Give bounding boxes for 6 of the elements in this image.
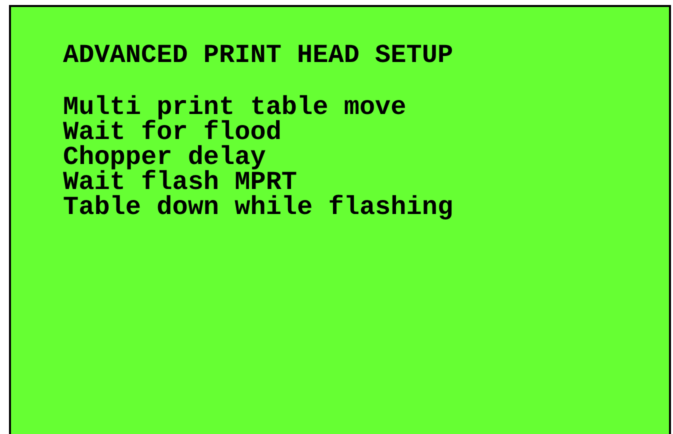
screen-title: ADVANCED PRINT HEAD SETUP	[63, 43, 454, 68]
menu-item[interactable]: Wait flash MPRT	[63, 170, 298, 195]
menu-item[interactable]: Table down while flashing	[63, 195, 454, 220]
menu-item[interactable]: Chopper delay	[63, 145, 266, 170]
menu-item[interactable]: Multi print table move	[63, 95, 406, 120]
menu-item[interactable]: Wait for flood	[63, 120, 282, 145]
